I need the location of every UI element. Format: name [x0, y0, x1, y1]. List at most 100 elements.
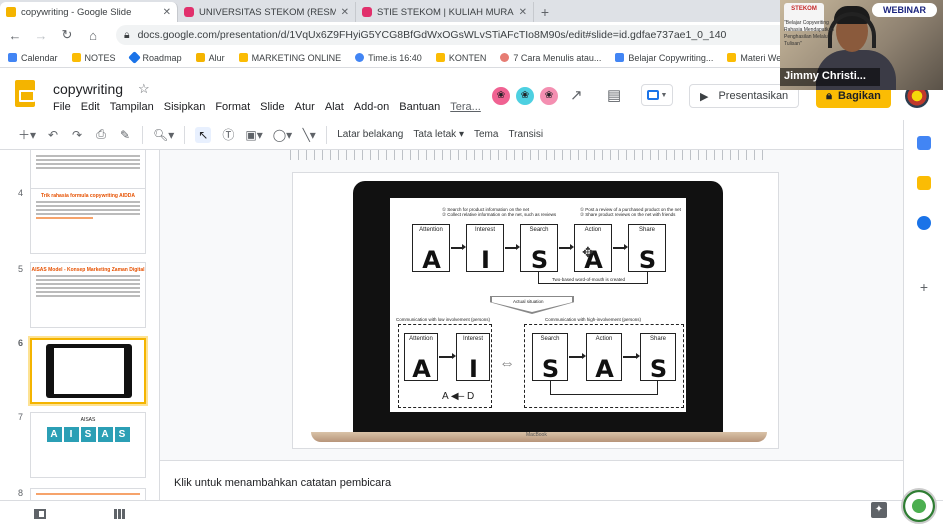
slide-thumbnail-4[interactable]: Trik rahasia formula copywriting AIDDA: [30, 188, 146, 254]
add-addon-icon[interactable]: +: [917, 280, 931, 294]
slide-number: 8: [18, 488, 24, 498]
new-slide-icon[interactable]: ＋▾: [18, 126, 36, 143]
home-icon[interactable]: ⌂: [86, 28, 100, 43]
menu-addons[interactable]: Add-on: [354, 101, 389, 113]
image-icon[interactable]: ▣▾: [245, 128, 262, 142]
reload-icon[interactable]: ↻: [60, 27, 74, 43]
tab-title: STIE STEKOM | KULIAH MURAH: [377, 6, 514, 18]
bookmark-7-cara[interactable]: 7 Cara Menulis atau...: [500, 53, 601, 63]
tab-title: UNIVERSITAS STEKOM (RESMI) (@: [199, 6, 336, 18]
grid-view-icon[interactable]: [114, 509, 126, 519]
tab-universitas-stekom[interactable]: UNIVERSITAS STEKOM (RESMI) (@ ✕: [178, 2, 356, 22]
line-icon[interactable]: ╲▾: [302, 128, 316, 142]
close-tab-icon[interactable]: ✕: [163, 7, 171, 18]
slide-number: 4: [18, 188, 24, 198]
print-icon[interactable]: ⎙: [94, 127, 108, 142]
url-bar[interactable]: 🔒︎ docs.google.com/presentation/d/1VqUx6…: [116, 25, 796, 45]
background-button[interactable]: Latar belakang: [337, 129, 403, 140]
text-line: [36, 493, 140, 495]
tab-stie-stekom[interactable]: STIE STEKOM | KULIAH MURAH ✕: [356, 2, 534, 22]
folder-icon: [727, 53, 737, 62]
presenter-thumbnail-logo: [901, 488, 937, 524]
bookmark-konten[interactable]: KONTEN: [435, 52, 487, 63]
tasks-icon[interactable]: [917, 216, 931, 230]
paint-format-icon[interactable]: ✎: [118, 128, 132, 142]
present-options-button[interactable]: ▼: [641, 84, 673, 106]
slide-number: 5: [18, 264, 24, 274]
close-tab-icon[interactable]: ✕: [519, 7, 527, 18]
redo-icon[interactable]: ↷: [70, 128, 84, 142]
slide-thumbnail-8[interactable]: [30, 488, 146, 500]
menu-file[interactable]: File: [53, 101, 71, 113]
theme-button[interactable]: Tema: [474, 129, 498, 140]
slide-thumbnail-6-selected[interactable]: [30, 338, 146, 404]
flow-arrow: [451, 244, 466, 250]
flow-arrow: [569, 353, 586, 359]
bookmark-marketing-online[interactable]: MARKETING ONLINE: [238, 53, 341, 63]
bookmark-alur[interactable]: Alur: [195, 53, 225, 63]
present-icon: ▶: [700, 90, 709, 103]
keep-icon[interactable]: [917, 176, 931, 190]
menu-view[interactable]: Tampilan: [110, 101, 154, 113]
document-title[interactable]: copywriting: [53, 81, 123, 97]
bookmark-calendar[interactable]: Calendar: [8, 53, 58, 63]
wave-icon: [615, 53, 625, 62]
select-cursor-icon[interactable]: ↖: [195, 126, 212, 143]
bookmark-roadmap[interactable]: Roadmap: [127, 51, 182, 64]
toolbar-divider: [326, 125, 328, 144]
menu-tools[interactable]: Alat: [325, 101, 344, 113]
instagram-favicon-icon: [362, 7, 372, 17]
bookmark-belajar-copywriting[interactable]: Belajar Copywriting...: [615, 53, 713, 63]
side-panel-rail: +: [903, 120, 943, 510]
collaborator-avatar[interactable]: ❀: [490, 85, 512, 107]
forward-icon[interactable]: →: [34, 28, 48, 43]
menu-arrange[interactable]: Atur: [295, 101, 315, 113]
text-box-icon[interactable]: Ⓣ: [221, 126, 235, 143]
calendar-icon[interactable]: [917, 136, 931, 150]
menu-help[interactable]: Bantuan: [399, 101, 440, 113]
shape-icon[interactable]: ◯▾: [273, 128, 292, 142]
horizontal-ruler: [290, 150, 770, 160]
a-d-label: A ◀– D: [442, 391, 474, 402]
slide-thumbnail-7[interactable]: AISAS A I S A S: [30, 412, 146, 478]
laptop-brand-label: MacBook: [526, 432, 547, 438]
thumb-title: AISAS Model - Konsep Marketing Zaman Dig…: [31, 267, 145, 273]
webinar-badge: WEBINAR: [872, 3, 937, 17]
bottom-bar: [0, 500, 943, 529]
back-icon[interactable]: ←: [8, 28, 22, 43]
new-tab-button[interactable]: +: [534, 2, 556, 22]
close-tab-icon[interactable]: ✕: [341, 7, 349, 18]
transition-button[interactable]: Transisi: [508, 129, 543, 140]
menu-edit[interactable]: Edit: [81, 101, 100, 113]
undo-icon[interactable]: ↶: [46, 128, 60, 142]
menu-insert[interactable]: Sisipkan: [164, 101, 206, 113]
comment-icon[interactable]: ▤: [607, 86, 621, 104]
collaborator-avatar[interactable]: ❀: [514, 85, 536, 107]
bookmark-materi[interactable]: Materi We: [727, 53, 781, 63]
zoom-icon[interactable]: 🔍︎▾: [153, 128, 174, 142]
activity-trend-icon[interactable]: ↗: [570, 86, 583, 104]
google-slides-logo-icon[interactable]: [15, 80, 35, 107]
layout-button[interactable]: Tata letak ▾: [413, 129, 464, 140]
menu-last-edit[interactable]: Tera...: [450, 101, 481, 113]
box-label: Action: [595, 336, 613, 342]
bookmark-timeis[interactable]: Time.is 16:40: [355, 53, 422, 63]
bookmark-label: Materi We: [740, 52, 782, 63]
speaker-notes[interactable]: Klik untuk menambahkan catatan pembicara: [160, 460, 903, 500]
filmstrip-view-icon[interactable]: [34, 509, 46, 519]
bookmark-label: KONTEN: [448, 52, 487, 63]
high-box-share: Share S: [640, 333, 676, 383]
bookmark-label: Roadmap: [142, 52, 182, 63]
collaborator-avatar[interactable]: ❀: [538, 85, 560, 107]
aisas-box-attention: Attention A: [412, 224, 450, 274]
slide-thumbnail-5[interactable]: AISAS Model - Konsep Marketing Zaman Dig…: [30, 262, 146, 328]
tab-copywriting[interactable]: copywriting - Google Slide ✕: [0, 2, 178, 22]
menu-slide[interactable]: Slide: [260, 101, 284, 113]
star-icon[interactable]: ☆: [138, 81, 150, 97]
actual-situation-label: Actual situation: [513, 299, 544, 304]
text-line: [36, 213, 140, 215]
text-line: [36, 155, 140, 157]
bookmark-notes[interactable]: NOTES: [71, 53, 116, 63]
explore-icon[interactable]: ✦: [871, 502, 887, 518]
menu-format[interactable]: Format: [215, 101, 250, 113]
